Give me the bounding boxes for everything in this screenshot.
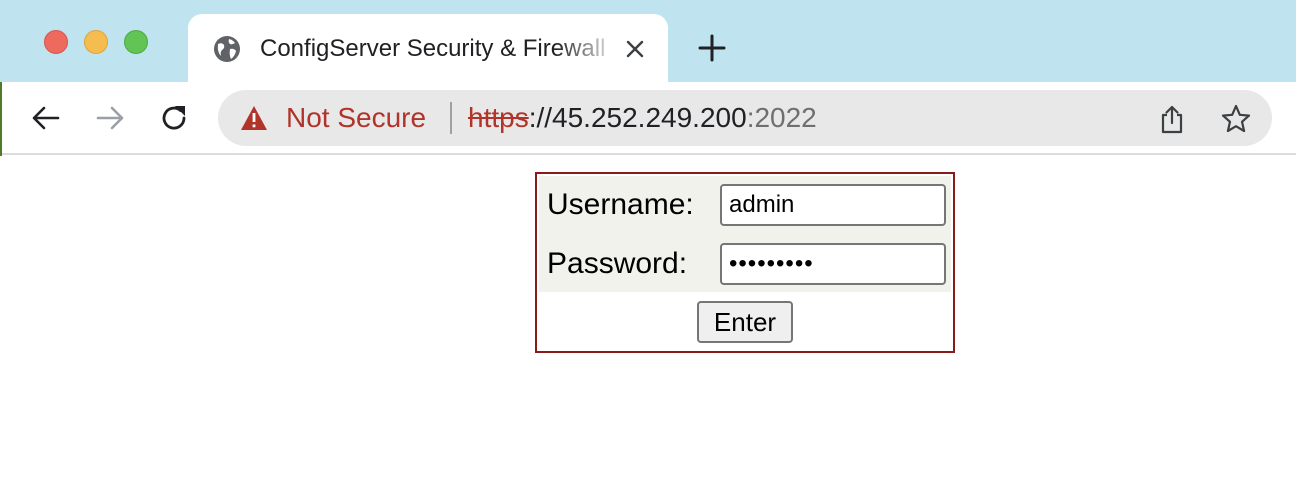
url-port: :2022 [746,102,817,133]
enter-button[interactable]: Enter [697,301,793,343]
browser-toolbar: Not Secure https://45.252.249.200:2022 [0,82,1296,155]
star-icon[interactable] [1220,103,1252,135]
plus-icon[interactable] [694,30,730,66]
warning-triangle-icon[interactable] [240,105,268,131]
address-bar[interactable]: Not Secure https://45.252.249.200:2022 [218,90,1272,146]
url-scheme: https [468,102,529,133]
login-fields: Username: Password: [539,176,951,292]
close-window-button[interactable] [44,30,68,54]
url-host: ://45.252.249.200 [528,102,747,133]
globe-icon [214,36,240,62]
password-label: Password: [547,247,688,280]
login-form: Username: Password: Enter [535,172,955,353]
password-input[interactable] [720,243,946,285]
reload-icon[interactable] [158,102,190,134]
username-label: Username: [547,188,694,221]
minimize-window-button[interactable] [84,30,108,54]
share-icon[interactable] [1158,104,1186,134]
tab-strip: ConfigServer Security & Firewall [0,0,1296,84]
arrow-right-icon[interactable] [94,102,126,134]
not-secure-label[interactable]: Not Secure [286,102,426,134]
address-divider [450,102,452,134]
active-tab[interactable]: ConfigServer Security & Firewall [188,14,668,84]
maximize-window-button[interactable] [124,30,148,54]
url-text[interactable]: https://45.252.249.200:2022 [468,102,817,134]
username-input[interactable] [720,184,946,226]
close-icon[interactable] [620,34,650,64]
window-edge [0,82,2,156]
tab-title: ConfigServer Security & Firewall [260,35,606,62]
arrow-left-icon[interactable] [30,102,62,134]
